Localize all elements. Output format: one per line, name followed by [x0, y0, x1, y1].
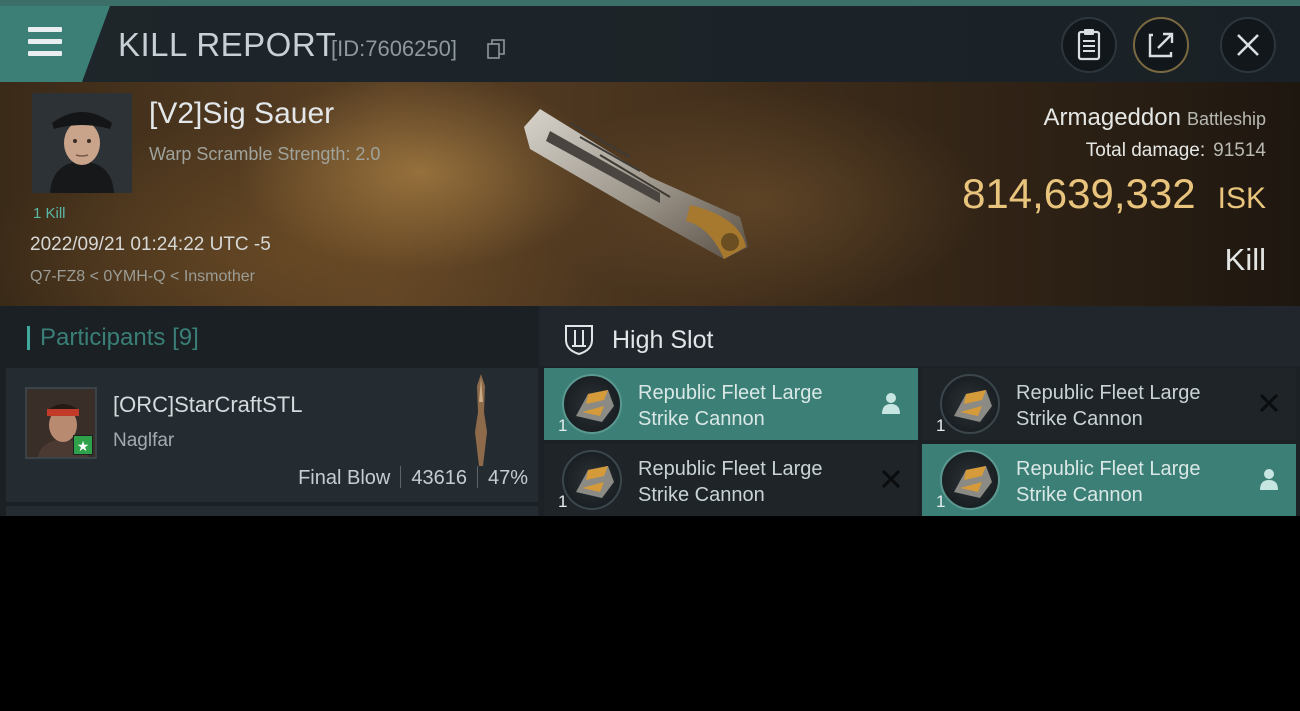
- close-icon: [1237, 34, 1259, 56]
- participant-stats: Final Blow 43616 47%: [298, 466, 528, 490]
- participant-row[interactable]: ★ [ORC]StarCraftSTL Naglfar Final Blow 43…: [6, 368, 538, 502]
- total-damage-label: Total damage:: [1085, 140, 1206, 161]
- item-name: Republic Fleet Large Strike Cannon: [638, 382, 823, 430]
- high-slot-header: High Slot: [540, 306, 1300, 366]
- destroyed-x-icon: [1259, 393, 1279, 413]
- participants-header: Participants [9]: [0, 306, 538, 368]
- victim-ship-image: [524, 109, 748, 259]
- participant-damage-percent: 47%: [487, 467, 528, 489]
- participants-title: Participants [9]: [40, 324, 199, 352]
- stats-separator: [476, 466, 478, 488]
- item-quantity: 1: [936, 416, 946, 435]
- item-quantity: 1: [558, 416, 568, 435]
- strike-cannon-icon: [940, 374, 1000, 434]
- destroyed-x-icon: [881, 469, 901, 489]
- page-title: KILL REPORT: [118, 26, 337, 63]
- victim-kill-count: 1 Kill: [33, 205, 66, 222]
- warp-scramble-strength: Warp Scramble Strength: 2.0: [149, 144, 381, 164]
- dropped-person-icon: [1260, 469, 1278, 490]
- isk-amount: 814,639,332: [962, 170, 1196, 217]
- item-name: Republic Fleet Large Strike Cannon: [638, 458, 823, 506]
- kill-report-screen: KILL REPORT [ID:7606250] [V2]Sig Sauer W…: [0, 0, 1300, 516]
- participant-name: [ORC]StarCraftSTL: [113, 392, 303, 417]
- victim-summary: [V2]Sig Sauer Warp Scramble Strength: 2.…: [0, 82, 1300, 306]
- final-blow-label: Final Blow: [298, 467, 391, 489]
- high-slot-panel: High Slot 1 Republic Fleet Large Strike …: [540, 306, 1300, 516]
- victim-portrait-image: [32, 93, 132, 193]
- participant-row-next[interactable]: [6, 506, 538, 516]
- isk-unit: ISK: [1217, 182, 1266, 215]
- ship-class: Battleship: [1186, 109, 1266, 129]
- kill-type-label: Kill: [1224, 242, 1266, 277]
- isk-value: 814,639,332 ISK: [962, 170, 1266, 218]
- share-icon: [1148, 32, 1174, 58]
- participants-count: [9]: [172, 324, 199, 351]
- copy-icon[interactable]: [487, 39, 505, 59]
- ship-name-text: Armageddon: [1043, 104, 1181, 131]
- participants-title-text: Participants: [40, 324, 166, 351]
- strike-cannon-icon: [940, 450, 1000, 510]
- participants-panel: Participants [9] ★ [ORC]StarCraftSTL Nag…: [0, 306, 538, 516]
- high-slot-title: High Slot: [612, 326, 714, 354]
- item-name: Republic Fleet Large Strike Cannon: [1016, 458, 1201, 506]
- participants-header-accent: [27, 326, 30, 350]
- kill-datetime: 2022/09/21 01:24:22 UTC -5: [30, 234, 271, 255]
- participant-damage: 43616: [411, 467, 467, 489]
- menu-tab: [0, 6, 110, 82]
- item-quantity: 1: [558, 492, 568, 511]
- close-button[interactable]: [1220, 17, 1276, 73]
- kill-location[interactable]: Q7-FZ8 < 0YMH-Q < Insmother: [30, 268, 255, 286]
- strike-cannon-icon: [562, 450, 622, 510]
- dropped-person-icon: [882, 393, 900, 414]
- total-damage: Total damage: 91514: [1086, 140, 1266, 162]
- menu-icon[interactable]: [28, 27, 62, 57]
- header-bar: KILL REPORT [ID:7606250]: [0, 6, 1300, 82]
- item-quantity: 1: [936, 492, 946, 511]
- clipboard-button[interactable]: [1061, 17, 1117, 73]
- strike-cannon-icon: [562, 374, 622, 434]
- high-slot-item[interactable]: 1 Republic Fleet Large Strike Cannon: [544, 444, 918, 516]
- victim-name[interactable]: [V2]Sig Sauer: [149, 97, 334, 131]
- high-slot-item[interactable]: 1 Republic Fleet Large Strike Cannon: [922, 444, 1296, 516]
- total-damage-value: 91514: [1213, 140, 1266, 161]
- high-slot-icon: [565, 325, 593, 356]
- ship-name[interactable]: Armageddon Battleship: [1044, 104, 1267, 132]
- stats-separator: [400, 466, 402, 488]
- clipboard-icon: [1077, 29, 1101, 61]
- letterbox-bar: [0, 516, 1300, 711]
- share-button[interactable]: [1133, 17, 1189, 73]
- victim-portrait[interactable]: [32, 93, 132, 193]
- item-name: Republic Fleet Large Strike Cannon: [1016, 382, 1201, 430]
- participant-ship: Naglfar: [113, 430, 175, 451]
- final-blow-star-icon: ★: [73, 435, 93, 455]
- report-id: [ID:7606250]: [331, 36, 457, 61]
- high-slot-item[interactable]: 1 Republic Fleet Large Strike Cannon: [544, 368, 918, 440]
- high-slot-item[interactable]: 1 Republic Fleet Large Strike Cannon: [922, 368, 1296, 440]
- participant-ship-image: [475, 374, 487, 466]
